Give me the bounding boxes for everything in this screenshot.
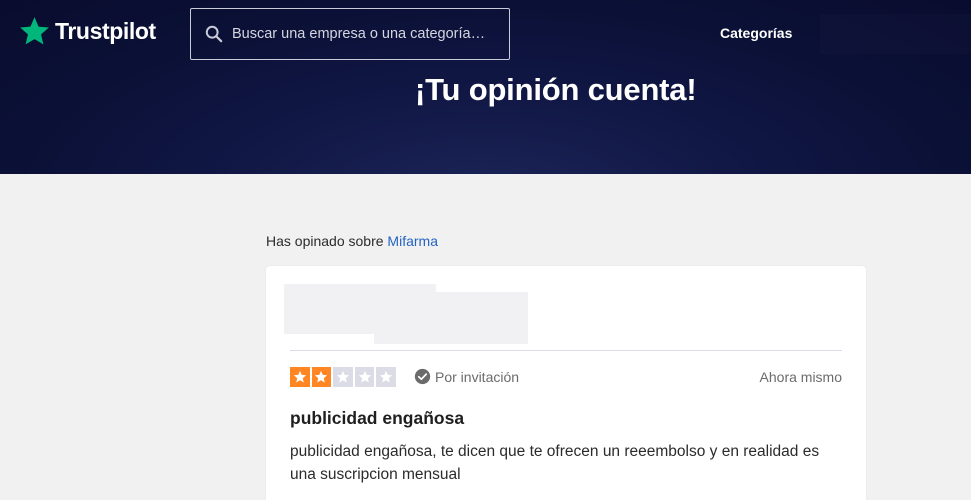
star-filled bbox=[290, 367, 310, 387]
star-icon bbox=[336, 370, 350, 383]
reviewed-company-line: Has opinado sobre Mifarma bbox=[266, 233, 438, 249]
search-icon bbox=[205, 25, 223, 43]
review-title: publicidad engañosa bbox=[290, 408, 465, 428]
star-icon bbox=[20, 16, 49, 44]
reviewed-prefix: Has opinado sobre bbox=[266, 233, 388, 249]
review-date: Ahora mismo bbox=[759, 369, 842, 385]
check-circle-icon bbox=[414, 368, 431, 385]
star-icon bbox=[358, 370, 371, 383]
star-icon bbox=[315, 370, 328, 383]
nav-categories-link[interactable]: Categorías bbox=[720, 25, 792, 41]
star-icon bbox=[380, 370, 393, 383]
page-title: ¡Tu opinión cuenta! bbox=[415, 72, 697, 107]
verification-label: Por invitación bbox=[435, 368, 520, 385]
search-box[interactable] bbox=[190, 8, 510, 60]
logo-text: Trustpilot bbox=[55, 17, 156, 44]
nav-ghost-area bbox=[820, 14, 971, 54]
trustpilot-logo[interactable]: Trustpilot bbox=[18, 14, 156, 48]
star-empty bbox=[333, 367, 353, 387]
verification-badge[interactable]: Por invitación bbox=[414, 368, 519, 385]
star-icon bbox=[293, 370, 306, 383]
reviewer-info-placeholder bbox=[284, 284, 528, 344]
star-filled bbox=[311, 367, 332, 387]
review-card: Por invitación Ahora mismo publicidad en… bbox=[266, 266, 866, 500]
star-rating bbox=[290, 367, 396, 387]
header-hero: Trustpilot Categorías ¡Tu opinión cuenta… bbox=[0, 0, 971, 174]
placeholder-block bbox=[374, 292, 528, 344]
company-link[interactable]: Mifarma bbox=[387, 233, 438, 249]
star-empty bbox=[354, 367, 375, 387]
star-empty bbox=[376, 367, 396, 387]
review-body: publicidad engañosa, te dicen que te ofr… bbox=[290, 443, 820, 483]
search-input[interactable] bbox=[232, 9, 500, 58]
divider bbox=[290, 350, 842, 351]
